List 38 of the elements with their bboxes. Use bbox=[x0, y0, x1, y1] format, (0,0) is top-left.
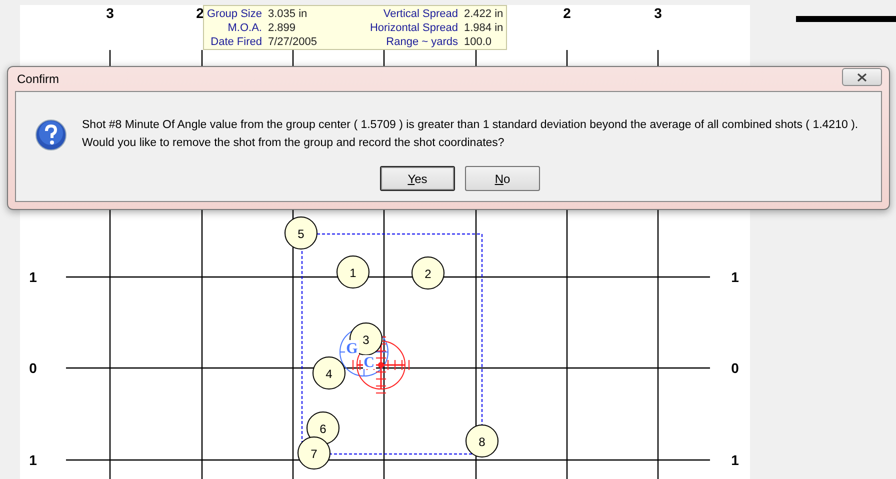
stat-label: Horizontal Spread bbox=[368, 22, 458, 34]
close-icon bbox=[857, 72, 867, 82]
marker-label: G bbox=[345, 340, 359, 357]
question-icon bbox=[35, 119, 67, 151]
shot-marker: 7 bbox=[298, 436, 330, 470]
axis-label: 2 bbox=[196, 5, 204, 21]
dialog-button[interactable]: No bbox=[465, 166, 540, 191]
stat-label: Vertical Spread bbox=[382, 8, 458, 20]
stat-label: M.O.A. bbox=[226, 22, 262, 34]
marker-label: C bbox=[363, 355, 376, 371]
shot-marker: 5 bbox=[284, 216, 318, 250]
stat-value: 2.422 in bbox=[464, 8, 504, 20]
stat-value: 1.984 in bbox=[464, 22, 504, 34]
stat-value: 3.035 in bbox=[268, 8, 308, 20]
message-text: Would you like to remove the shot from the group and record the shot coordinates? bbox=[82, 136, 506, 151]
axis-label: 1 bbox=[731, 452, 739, 468]
axis-label: 1 bbox=[29, 452, 37, 468]
shot-marker: 4 bbox=[312, 356, 346, 390]
dialog-title: Confirm bbox=[17, 72, 60, 86]
axis-label: 0 bbox=[29, 360, 37, 376]
dialog-button[interactable]: Yes bbox=[380, 166, 455, 191]
axis-label: 0 bbox=[731, 360, 739, 376]
stat-label: Range ~ yards bbox=[385, 36, 458, 48]
message-text: Shot #8 Minute Of Angle value from the group center ( 1.5709 ) is greater than 1 standard deviation beyond the average of all combined shots ( 1.4210 ). bbox=[82, 118, 858, 133]
stat-label: Date Fired bbox=[210, 36, 262, 48]
stat-value: 100.0 bbox=[464, 36, 493, 48]
axis-label: 1 bbox=[29, 269, 37, 285]
stat-label: Group Size bbox=[206, 8, 262, 20]
stat-value: 7/27/2005 bbox=[268, 36, 318, 48]
stat-value: 2.899 bbox=[268, 22, 297, 34]
close-button[interactable] bbox=[842, 68, 882, 86]
axis-label: 3 bbox=[654, 5, 662, 21]
shot-marker: 8 bbox=[466, 424, 498, 458]
shot-marker: 2 bbox=[412, 256, 444, 290]
axis-label: 3 bbox=[106, 5, 114, 21]
shot-marker: 1 bbox=[336, 256, 370, 288]
axis-label: 1 bbox=[731, 269, 739, 285]
axis-label: 2 bbox=[563, 5, 571, 21]
